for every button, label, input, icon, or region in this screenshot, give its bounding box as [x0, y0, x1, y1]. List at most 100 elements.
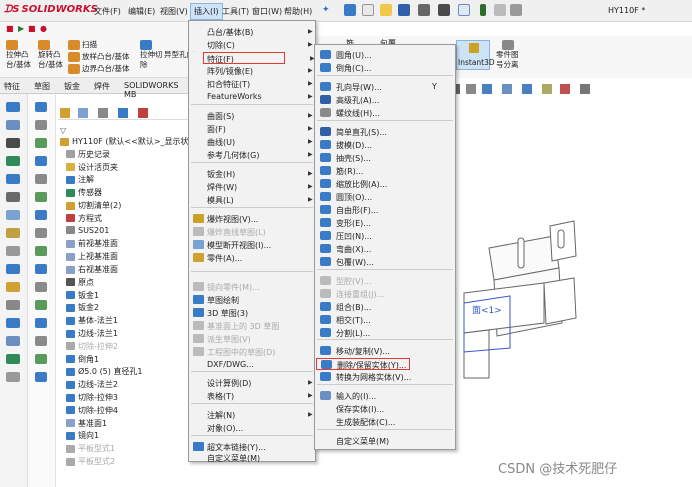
dim-expert-icon[interactable] [118, 108, 128, 118]
feature-menu-item[interactable]: 自由形(F)... [316, 204, 454, 216]
display-manager-icon[interactable] [138, 108, 148, 118]
insert-menu-item[interactable]: 焊件(W) ▶ [190, 181, 314, 193]
secondary-tool-icon[interactable] [35, 174, 47, 184]
feature-menu-item[interactable]: 拔模(D)... [316, 139, 454, 151]
tree-item[interactable]: 原点 [66, 277, 94, 288]
left-tool-icon[interactable] [6, 264, 20, 274]
feature-menu-item[interactable]: 螺纹线(H)... [316, 107, 454, 119]
secondary-tool-icon[interactable] [35, 264, 47, 274]
feature-menu-item[interactable]: 删除/保留实体(Y)... [316, 358, 410, 370]
insert-menu-item[interactable]: 凸台/基体(B) ▶ [190, 26, 314, 38]
insert-menu-item[interactable]: 派生草图(V) [190, 333, 314, 345]
tab-features[interactable]: 特征 [4, 81, 20, 92]
insert-menu-item[interactable]: 阵列/镜像(E) ▶ [190, 65, 314, 77]
configuration-manager-icon[interactable] [98, 108, 108, 118]
insert-menu-item[interactable]: 钣金(H) ▶ [190, 168, 314, 180]
feature-menu-item[interactable]: 移动/复制(V)... [316, 345, 454, 357]
tree-item[interactable]: 钣金2 [66, 302, 99, 313]
tree-item[interactable]: SUS201 [66, 226, 109, 235]
left-tool-icon[interactable] [6, 138, 20, 148]
feature-menu-item[interactable]: 圆顶(O)... [316, 191, 454, 203]
part-number-split-button[interactable]: 零件图 号分离 [496, 40, 519, 70]
insert-menu-item[interactable]: 零件(A)... [190, 252, 314, 264]
revolve-boss-button[interactable]: 旋转凸 台/基体 [38, 40, 63, 70]
tree-item[interactable]: 基准面1 [66, 418, 107, 429]
feature-menu-item[interactable]: 自定义菜单(M) [316, 435, 454, 447]
insert-menu-item[interactable]: 曲面(S) ▶ [190, 110, 314, 122]
instant3d-button[interactable]: Instant3D [456, 40, 495, 70]
tree-item[interactable]: 传感器 [66, 187, 102, 198]
left-tool-icon[interactable] [6, 246, 20, 256]
insert-menu-item[interactable]: 模型断开视图(I)... [190, 239, 314, 251]
tree-item[interactable]: 镜向1 [66, 430, 99, 441]
menu-insert[interactable]: 插入(I) [190, 3, 223, 20]
feature-manager-icon[interactable] [60, 108, 70, 118]
insert-menu-item[interactable]: 注解(N) ▶ [190, 409, 314, 421]
tree-item[interactable]: 切除-拉伸2 [66, 341, 118, 352]
insert-menu-item[interactable]: 基准面上的 3D 草图 [190, 320, 314, 332]
insert-menu-item[interactable]: 工程图中的草图(D) [190, 346, 314, 358]
home-icon[interactable] [344, 4, 356, 16]
secondary-tool-icon[interactable] [35, 192, 47, 202]
insert-menu-item[interactable]: 镜向零件(M)... [190, 281, 314, 293]
left-tool-icon[interactable] [6, 102, 20, 112]
menu-view[interactable]: 视图(V) [160, 6, 188, 17]
feature-menu-item[interactable]: 圆角(U)... [316, 49, 454, 61]
feature-menu-item[interactable]: 保存实体(I)... [316, 403, 454, 415]
extrude-cut-button[interactable]: 拉伸切除 [140, 40, 163, 70]
tab-solidworks-mbd[interactable]: SOLIDWORKS MB [124, 81, 190, 99]
secondary-tool-icon[interactable] [35, 336, 47, 346]
sweep-button[interactable]: 扫描 [68, 40, 97, 50]
play-icon[interactable]: ▶ [18, 24, 24, 33]
left-tool-icon[interactable] [6, 120, 20, 130]
tree-item[interactable]: 平板型式1 [66, 443, 115, 454]
left-tool-icon[interactable] [6, 228, 20, 238]
record-icon[interactable]: ● [40, 24, 47, 33]
new-document-icon[interactable] [362, 4, 374, 16]
menu-tools[interactable]: 工具(T) [222, 6, 249, 17]
undo-icon[interactable] [438, 4, 450, 16]
insert-menu-item[interactable]: 草图绘制 [190, 294, 314, 306]
left-tool-icon[interactable] [6, 318, 20, 328]
tree-item[interactable]: 方程式 [66, 213, 102, 224]
select-cursor-icon[interactable] [458, 4, 470, 16]
secondary-tool-icon[interactable] [35, 102, 47, 112]
tree-item[interactable]: 切除-拉伸3 [66, 392, 118, 403]
secondary-tool-icon[interactable] [35, 156, 47, 166]
tree-item[interactable]: 上视基准面 [66, 251, 118, 262]
property-manager-icon[interactable] [78, 108, 88, 118]
feature-menu-item[interactable]: 连接重组(J)... [316, 288, 454, 300]
tree-item[interactable]: HY110F (默认<<默认>_显示状态 [60, 136, 197, 147]
rebuild-icon[interactable] [494, 4, 506, 16]
tree-item[interactable]: Ø5.0 (5) 直径孔1 [66, 366, 143, 377]
feature-menu-item[interactable]: 生成装配体(C)... [316, 416, 454, 428]
extrude-boss-button[interactable]: 拉伸凸 台/基体 [6, 40, 31, 70]
hide-show-icon[interactable] [542, 84, 552, 94]
left-tool-icon[interactable] [6, 156, 20, 166]
pin-icon[interactable]: ✦ [322, 5, 330, 15]
feature-menu-item[interactable]: 弯曲(X)... [316, 243, 454, 255]
tree-item[interactable]: 平板型式2 [66, 456, 115, 467]
secondary-tool-icon[interactable] [35, 120, 47, 130]
feature-menu-item[interactable]: 组合(B)... [316, 301, 454, 313]
secondary-tool-icon[interactable] [35, 354, 47, 364]
insert-menu-item[interactable]: FeatureWorks ▶ [190, 91, 314, 103]
section-view-icon[interactable] [482, 84, 492, 94]
insert-menu-item[interactable]: 参考几何体(G) ▶ [190, 149, 314, 161]
stop-icon[interactable]: ■ [28, 24, 36, 33]
secondary-tool-icon[interactable] [35, 300, 47, 310]
insert-menu-item[interactable]: 表格(T) ▶ [190, 390, 314, 402]
insert-menu-item[interactable]: 自定义菜单(M) [190, 452, 314, 464]
insert-menu-item[interactable]: 爆炸直线草图(L) [190, 226, 314, 238]
options-gear-icon[interactable] [510, 4, 522, 16]
insert-menu-item[interactable]: 特征(F) ▶ [203, 52, 315, 64]
feature-menu-item[interactable]: 孔向导(W)... Y [316, 81, 454, 93]
insert-menu-item[interactable]: 爆炸视图(V)... [190, 213, 314, 225]
zoom-area-icon[interactable] [466, 84, 476, 94]
tree-item[interactable]: 右视基准面 [66, 264, 118, 275]
insert-menu-item[interactable]: DXF/DWG... [190, 359, 314, 371]
view-orientation-icon[interactable] [502, 84, 512, 94]
save-icon[interactable] [398, 4, 410, 16]
feature-menu-item[interactable]: 变形(E)... [316, 217, 454, 229]
left-tool-icon[interactable] [6, 300, 20, 310]
